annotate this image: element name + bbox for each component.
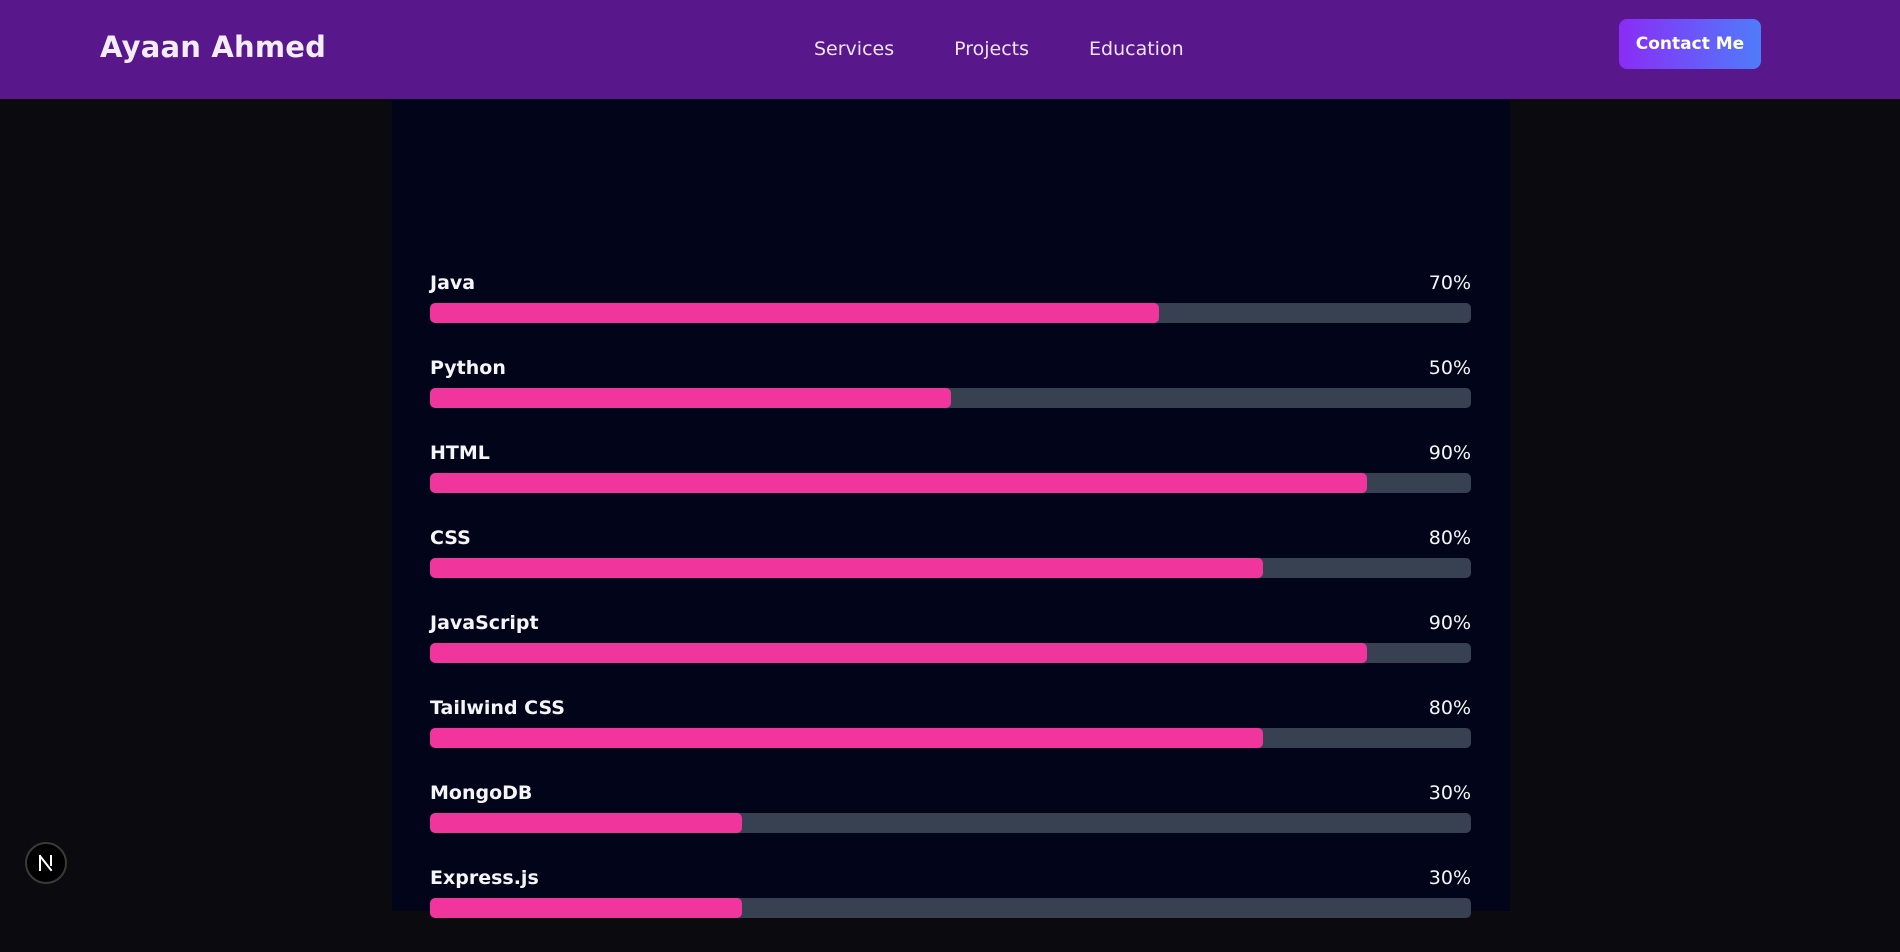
- skill-row-java: Java 70%: [430, 272, 1471, 357]
- skill-header: HTML 90%: [430, 442, 1471, 472]
- progress-track: [430, 303, 1471, 323]
- skill-row-python: Python 50%: [430, 357, 1471, 442]
- skill-percent: 50%: [1428, 357, 1471, 379]
- progress-fill: [430, 473, 1367, 493]
- contact-me-button[interactable]: Contact Me: [1619, 19, 1761, 69]
- skills-section: Java 70% Python 50% HTML 90% CSS 80% Jav…: [392, 99, 1510, 918]
- skill-header: MongoDB 30%: [430, 782, 1471, 812]
- nextjs-dev-badge[interactable]: [25, 842, 67, 884]
- nav-links: Services Projects Education: [814, 38, 1184, 60]
- skill-percent: 80%: [1428, 697, 1471, 719]
- skill-name: Express.js: [430, 867, 539, 889]
- skill-name: Java: [430, 272, 476, 294]
- skills-list: Java 70% Python 50% HTML 90% CSS 80% Jav…: [430, 272, 1471, 952]
- skill-name: CSS: [430, 527, 471, 549]
- progress-fill: [430, 388, 951, 408]
- skill-percent: 90%: [1428, 612, 1471, 634]
- skill-header: Tailwind CSS 80%: [430, 697, 1471, 727]
- progress-fill: [430, 898, 743, 918]
- progress-fill: [430, 813, 743, 833]
- skill-percent: 90%: [1428, 442, 1471, 464]
- progress-fill: [430, 643, 1367, 663]
- skill-header: CSS 80%: [430, 527, 1471, 557]
- skill-percent: 30%: [1428, 867, 1471, 889]
- progress-track: [430, 813, 1471, 833]
- skill-name: MongoDB: [430, 782, 533, 804]
- skill-name: HTML: [430, 442, 490, 464]
- skill-row-html: HTML 90%: [430, 442, 1471, 527]
- progress-track: [430, 898, 1471, 918]
- skill-header: Python 50%: [430, 357, 1471, 387]
- skill-row-css: CSS 80%: [430, 527, 1471, 612]
- skill-name: JavaScript: [430, 612, 539, 634]
- skill-name: Tailwind CSS: [430, 697, 565, 719]
- skill-percent: 80%: [1428, 527, 1471, 549]
- skill-header: JavaScript 90%: [430, 612, 1471, 642]
- progress-fill: [430, 728, 1263, 748]
- progress-track: [430, 473, 1471, 493]
- progress-fill: [430, 558, 1263, 578]
- skill-header: Java 70%: [430, 272, 1471, 302]
- nextjs-n-icon: [38, 854, 53, 872]
- nav-link-education[interactable]: Education: [1089, 38, 1184, 60]
- skill-percent: 70%: [1428, 272, 1471, 294]
- skill-row-mongodb: MongoDB 30%: [430, 782, 1471, 867]
- skill-header: Express.js 30%: [430, 867, 1471, 897]
- progress-track: [430, 728, 1471, 748]
- progress-track: [430, 388, 1471, 408]
- nav-link-services[interactable]: Services: [814, 38, 894, 60]
- nav-link-projects[interactable]: Projects: [954, 38, 1029, 60]
- progress-fill: [430, 303, 1159, 323]
- brand-name[interactable]: Ayaan Ahmed: [100, 30, 326, 64]
- skill-percent: 30%: [1428, 782, 1471, 804]
- progress-track: [430, 558, 1471, 578]
- skill-row-expressjs: Express.js 30%: [430, 867, 1471, 952]
- skill-name: Python: [430, 357, 506, 379]
- skill-row-tailwind-css: Tailwind CSS 80%: [430, 697, 1471, 782]
- progress-track: [430, 643, 1471, 663]
- skill-row-javascript: JavaScript 90%: [430, 612, 1471, 697]
- top-navbar: Ayaan Ahmed Services Projects Education …: [0, 0, 1900, 99]
